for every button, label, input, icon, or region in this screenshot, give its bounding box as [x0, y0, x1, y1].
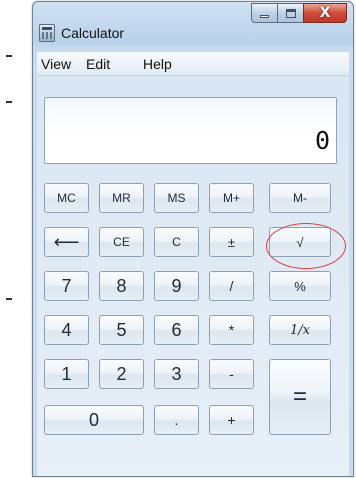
- menu-view[interactable]: View: [41, 56, 71, 72]
- equals-button[interactable]: =: [269, 359, 331, 435]
- maximize-button[interactable]: [277, 3, 303, 23]
- maximize-icon: [286, 9, 296, 18]
- digit-1-button[interactable]: 1: [44, 359, 89, 389]
- m-plus-button[interactable]: M+: [209, 183, 254, 213]
- percent-button[interactable]: %: [269, 271, 331, 301]
- ms-button[interactable]: MS: [154, 183, 199, 213]
- window-title: Calculator: [61, 25, 125, 41]
- display-value: 0: [314, 126, 330, 155]
- calculator-app-icon[interactable]: [39, 24, 55, 42]
- backspace-button[interactable]: ⟵: [44, 227, 89, 257]
- minimize-icon: [260, 15, 269, 18]
- multiply-button[interactable]: *: [209, 315, 254, 345]
- digit-6-button[interactable]: 6: [154, 315, 199, 345]
- mr-button[interactable]: MR: [99, 183, 144, 213]
- digit-5-button[interactable]: 5: [99, 315, 144, 345]
- digit-9-button[interactable]: 9: [154, 271, 199, 301]
- digit-2-button[interactable]: 2: [99, 359, 144, 389]
- menu-help[interactable]: Help: [143, 56, 172, 72]
- calculator-body: 0 MC MR MS M+ M- ⟵ CE C ± √ 7 8 9 / % 4 …: [37, 76, 349, 476]
- title-bar[interactable]: Calculator X: [33, 2, 353, 46]
- reciprocal-button[interactable]: 1/x: [269, 315, 331, 345]
- margin-mark: [6, 55, 12, 57]
- clear-entry-button[interactable]: CE: [99, 227, 144, 257]
- minimize-button[interactable]: [251, 3, 277, 23]
- menu-edit[interactable]: Edit: [86, 56, 110, 72]
- clear-button[interactable]: C: [154, 227, 199, 257]
- digit-4-button[interactable]: 4: [44, 315, 89, 345]
- close-icon: X: [319, 5, 331, 21]
- digit-8-button[interactable]: 8: [99, 271, 144, 301]
- add-button[interactable]: +: [209, 405, 254, 435]
- margin-mark: [6, 298, 12, 300]
- sqrt-button[interactable]: √: [269, 227, 331, 257]
- subtract-button[interactable]: -: [209, 359, 254, 389]
- divide-button[interactable]: /: [209, 271, 254, 301]
- window-controls: X: [251, 3, 347, 23]
- plus-minus-button[interactable]: ±: [209, 227, 254, 257]
- document-page-edge: [0, 0, 32, 479]
- digit-7-button[interactable]: 7: [44, 271, 89, 301]
- digit-3-button[interactable]: 3: [154, 359, 199, 389]
- decimal-button[interactable]: .: [154, 405, 199, 435]
- menu-bar: View Edit Help: [37, 52, 349, 76]
- result-display: 0: [44, 97, 337, 164]
- m-minus-button[interactable]: M-: [269, 183, 331, 213]
- mc-button[interactable]: MC: [44, 183, 89, 213]
- close-button[interactable]: X: [303, 3, 347, 23]
- calculator-window: Calculator X View Edit Help 0 MC MR MS M…: [32, 1, 354, 477]
- margin-mark: [6, 101, 12, 103]
- digit-0-button[interactable]: 0: [44, 405, 144, 435]
